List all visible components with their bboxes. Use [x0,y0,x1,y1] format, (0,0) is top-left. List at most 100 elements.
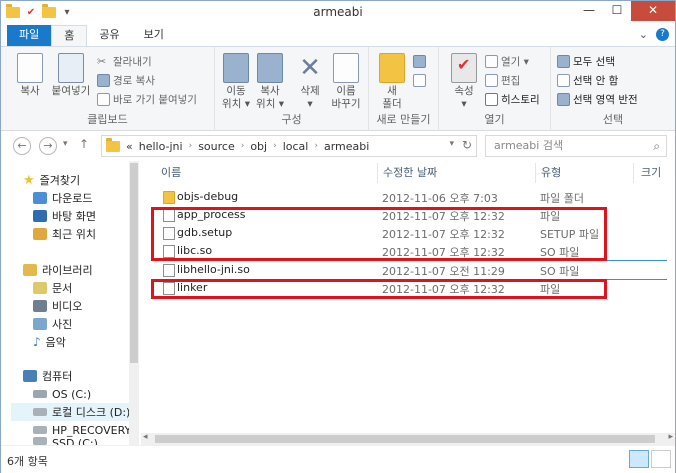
new-group: 새 폴더 새로 만들기 [369,47,439,131]
breadcrumb-armeabi[interactable]: armeabi [324,140,369,153]
up-arrow-icon[interactable]: ↑ [79,137,89,151]
select-all-icon [557,54,570,68]
chevron-right-icon[interactable]: › [273,141,277,151]
tab-file[interactable]: 파일 [7,25,52,46]
recent-places-icon [33,228,47,240]
paste-shortcut-button[interactable]: 바로 가기 붙여넣기 [97,91,197,107]
move-to-icon [223,53,249,83]
address-bar[interactable]: « hello-jni › source › obj › local › arm… [101,135,477,157]
forward-button[interactable]: → [39,137,57,155]
column-header-type[interactable]: 유형 [541,163,561,183]
organize-group: 이동 위치 ▾ 복사 위치 ▾ ✕ 삭제 ▾ 이름 바꾸기 구성 [215,47,369,131]
easy-access-icon [413,73,426,87]
navigation-scrollbar[interactable] [129,161,139,445]
invert-selection-icon [557,92,570,106]
highlight-box [151,207,607,261]
copy-to-icon [257,53,283,83]
breadcrumb-local[interactable]: local [283,140,309,153]
delete-button[interactable]: ✕ 삭제 ▾ [291,53,329,111]
column-divider[interactable] [535,163,536,183]
new-folder-button[interactable]: 새 폴더 [373,53,411,111]
column-divider[interactable] [377,163,378,183]
select-all-button[interactable]: 모두 선택 [557,53,615,69]
navigation-pane: ★ 즐겨찾기 다운로드 바탕 화면 최근 위치 라이브러리 문서 비디오 사진 … [1,161,129,445]
music-icon: ♪ [33,335,41,349]
column-header-date[interactable]: 수정한 날짜 [383,163,437,183]
column-header-name[interactable]: 이름 [161,163,181,183]
search-icon[interactable]: ⌕ [653,136,660,156]
breadcrumb-hello-jni[interactable]: hello-jni [139,140,183,153]
edit-button[interactable]: 편집 [485,72,520,88]
ribbon-expand-icon[interactable]: ⌄ [639,28,648,41]
scissors-icon: ✂ [97,54,107,68]
move-to-button[interactable]: 이동 위치 ▾ [217,53,255,111]
explorer-window: ✔ ▾ armeabi — ☐ ✕ 파일 홈 공유 보기 ⌄ ? 복사 붙여넣기… [0,0,676,473]
tab-share[interactable]: 공유 [87,25,131,46]
open-icon [485,54,498,68]
column-header-size[interactable]: 크기 [641,163,661,183]
properties-button[interactable]: 속성 ▾ [445,53,483,111]
paste-icon [58,53,84,83]
tab-home[interactable]: 홈 [51,25,88,46]
file-row-libhello-jni-so[interactable]: libhello-jni.so 2012-11-07 오전 11:29 SO 파… [153,261,673,279]
cut-button[interactable]: ✂ 잘라내기 [97,53,152,69]
downloads-folder-icon [33,192,47,204]
search-input[interactable]: armeabi 검색 ⌕ [485,135,667,157]
library-icon [23,264,37,276]
refresh-icon[interactable]: ↻ [462,138,472,152]
select-group: 모두 선택 선택 안 함 선택 영역 반전 선택 [551,47,675,131]
copy-to-button[interactable]: 복사 위치 ▾ [251,53,289,111]
scroll-right-icon[interactable]: ▸ [668,432,673,442]
computer-icon [23,370,37,382]
new-item-icon [413,54,426,68]
open-button[interactable]: 열기 ▾ [485,53,529,69]
minimize-button[interactable]: — [575,1,603,21]
window-controls: — ☐ ✕ [575,1,675,21]
copy-path-button[interactable]: 경로 복사 [97,72,155,88]
breadcrumb-obj[interactable]: obj [250,140,267,153]
help-icon[interactable]: ? [656,28,669,41]
paste-button[interactable]: 붙여넣기 [49,53,93,98]
rename-button[interactable]: 이름 바꾸기 [327,53,365,111]
scrollbar-thumb[interactable] [130,163,138,363]
rename-icon [333,53,359,83]
folder-icon [163,191,175,204]
breadcrumb-overflow[interactable]: « [126,140,133,153]
details-view-button[interactable] [629,450,649,468]
select-group-label: 선택 [602,113,624,126]
open-group-label: 열기 [484,113,505,126]
scrollbar-thumb[interactable] [155,435,655,443]
recent-locations-dropdown-icon[interactable]: ▾ [63,139,68,149]
title-bar: ✔ ▾ armeabi — ☐ ✕ [1,1,675,25]
paste-shortcut-icon [97,92,110,106]
history-icon [485,92,498,106]
breadcrumb-source[interactable]: source [198,140,235,153]
ribbon: 복사 붙여넣기 ✂ 잘라내기 경로 복사 바로 가기 붙여넣기 클립보드 이동 … [1,47,675,131]
select-none-button[interactable]: 선택 안 함 [557,72,618,88]
nav-drive-d[interactable]: 로컬 디스크 (D:) [11,403,129,421]
easy-access-button[interactable] [413,72,426,88]
edit-icon [485,73,498,87]
chevron-right-icon[interactable]: › [189,141,193,151]
back-button[interactable]: ← [13,137,31,155]
new-item-button[interactable] [413,53,426,69]
copy-button[interactable]: 복사 [11,53,49,98]
large-icons-view-button[interactable] [651,450,671,468]
delete-x-icon: ✕ [299,53,321,83]
highlight-box [151,279,607,299]
scroll-left-icon[interactable]: ◂ [143,432,148,442]
horizontal-scrollbar[interactable]: ◂ ▸ [141,432,675,445]
history-button[interactable]: 히스토리 [485,91,540,107]
chevron-right-icon[interactable]: › [314,141,318,151]
tab-view[interactable]: 보기 [132,25,176,46]
maximize-button[interactable]: ☐ [603,1,631,21]
new-folder-icon [379,53,405,83]
close-button[interactable]: ✕ [631,1,675,21]
address-dropdown-icon[interactable]: ▾ [449,139,454,149]
copy-path-icon [97,73,110,87]
column-divider[interactable] [633,163,634,183]
chevron-right-icon[interactable]: › [241,141,245,151]
clipboard-group-label: 클립보드 [87,113,128,126]
invert-selection-button[interactable]: 선택 영역 반전 [557,91,638,107]
file-row-objs-debug[interactable]: objs-debug 2012-11-06 오후 7:03 파일 폴더 [153,188,673,206]
